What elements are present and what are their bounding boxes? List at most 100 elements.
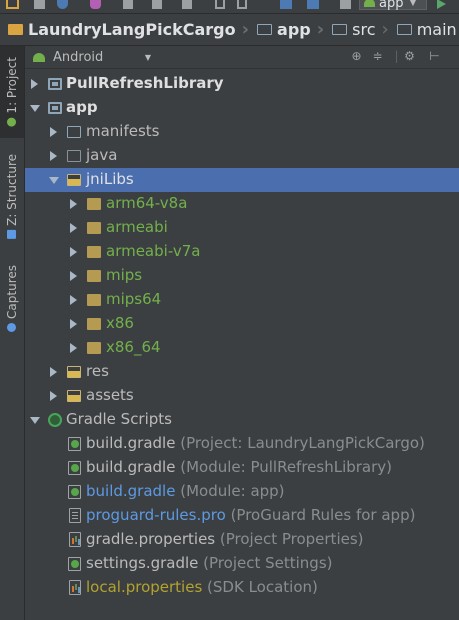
collapse-all-icon[interactable]: ≑ [371, 50, 384, 63]
expand-arrow-icon[interactable] [70, 319, 77, 329]
folder-icon [87, 270, 101, 282]
project-folder-icon [8, 24, 23, 35]
resource-folder-icon [67, 174, 81, 186]
tree-item-x86[interactable]: x86 [25, 312, 459, 336]
tree-item-armeabi-v7a[interactable]: armeabi-v7a [25, 240, 459, 264]
find-icon[interactable] [215, 0, 225, 9]
breadcrumb-main[interactable]: main › [389, 14, 459, 45]
undo-icon[interactable] [90, 0, 101, 9]
tree-item-assets[interactable]: assets [25, 384, 459, 408]
paste-icon[interactable] [182, 0, 192, 9]
tree-item-label: PullRefreshLibrary [66, 74, 224, 92]
tree-item-gradle-scripts[interactable]: Gradle Scripts [25, 408, 459, 432]
tree-item-local-properties[interactable]: local.properties (SDK Location) [25, 576, 459, 600]
forward-icon[interactable] [307, 0, 319, 9]
tree-item-manifests[interactable]: manifests [25, 120, 459, 144]
expand-arrow-icon[interactable] [70, 247, 77, 257]
tree-item-label: arm64-v8a [106, 194, 188, 212]
gear-icon[interactable]: ⚙ [403, 50, 416, 63]
run-config-select[interactable]: app ▼ [359, 0, 427, 11]
tab-structure[interactable]: Z: Structure [0, 146, 24, 246]
expand-arrow-icon[interactable] [50, 391, 57, 401]
expand-arrow-icon[interactable] [70, 343, 77, 353]
save-icon[interactable] [34, 0, 45, 9]
collapse-arrow-icon[interactable] [30, 417, 40, 424]
tree-item-settings-gradle[interactable]: settings.gradle (Project Settings) [25, 552, 459, 576]
tree-item-pullrefreshlibrary[interactable]: PullRefreshLibrary [25, 72, 459, 96]
breadcrumb-project[interactable]: LaundryLangPickCargo › [0, 14, 249, 45]
tree-item-build-gradle-app[interactable]: build.gradle (Module: app) [25, 480, 459, 504]
folder-icon [87, 246, 101, 258]
hide-panel-icon[interactable]: ⊢ [428, 50, 441, 63]
file-name: build.gradle [86, 434, 176, 452]
expand-arrow-icon[interactable] [70, 223, 77, 233]
sync-icon[interactable] [57, 0, 68, 9]
tree-item-label-wrap: proguard-rules.pro (ProGuard Rules for a… [86, 506, 415, 524]
tree-item-mips[interactable]: mips [25, 264, 459, 288]
chevron-right-icon: › [241, 19, 250, 40]
expand-arrow-icon[interactable] [70, 271, 77, 281]
view-mode-select[interactable]: Android ▼ [33, 48, 155, 66]
file-note: (Module: PullRefreshLibrary) [180, 458, 393, 476]
tree-item-build-gradle-library[interactable]: build.gradle (Module: PullRefreshLibrary… [25, 456, 459, 480]
tree-item-res[interactable]: res [25, 360, 459, 384]
expand-arrow-icon[interactable] [50, 151, 57, 161]
tree-item-mips64[interactable]: mips64 [25, 288, 459, 312]
back-icon[interactable] [280, 0, 292, 9]
module-icon [48, 102, 62, 114]
tree-item-x86-64[interactable]: x86_64 [25, 336, 459, 360]
tree-item-app[interactable]: app [25, 96, 459, 120]
tree-item-jnilibs[interactable]: jniLibs [25, 168, 459, 192]
project-tree: PullRefreshLibrary app manifests java jn… [25, 69, 459, 620]
file-name: local.properties [86, 578, 203, 596]
resource-folder-icon [67, 390, 81, 402]
expand-arrow-icon[interactable] [70, 295, 77, 305]
collapse-arrow-icon[interactable] [49, 177, 59, 184]
tab-project[interactable]: 1: Project [0, 46, 24, 138]
cut-icon[interactable] [123, 0, 133, 9]
tree-item-armeabi[interactable]: armeabi [25, 216, 459, 240]
breadcrumb-module[interactable]: app › [249, 14, 324, 45]
android-icon [364, 0, 375, 7]
tab-captures[interactable]: Captures [0, 258, 24, 338]
folder-icon [332, 24, 348, 35]
expand-arrow-icon[interactable] [50, 367, 57, 377]
file-name: proguard-rules.pro [86, 506, 226, 524]
scroll-from-source-icon[interactable]: ⊕ [350, 50, 363, 63]
expand-arrow-icon[interactable] [70, 199, 77, 209]
tree-item-label: app [66, 98, 98, 116]
build-icon[interactable] [340, 0, 351, 9]
open-folder-icon[interactable] [6, 0, 19, 9]
tree-item-arm64-v8a[interactable]: arm64-v8a [25, 192, 459, 216]
file-name: build.gradle [86, 458, 176, 476]
tree-item-java[interactable]: java [25, 144, 459, 168]
breadcrumb-src-label: src [352, 20, 376, 39]
copy-icon[interactable] [152, 0, 162, 9]
tab-captures-label: Captures [5, 264, 19, 319]
gradle-file-icon [68, 461, 81, 475]
tree-item-label-wrap: build.gradle (Module: app) [86, 482, 285, 500]
tree-item-label-wrap: gradle.properties (Project Properties) [86, 530, 364, 548]
expand-arrow-icon[interactable] [31, 79, 38, 89]
main-toolbar: app ▼ [0, 0, 459, 14]
tree-item-build-gradle-project[interactable]: build.gradle (Project: LaundryLangPickCa… [25, 432, 459, 456]
replace-icon[interactable] [237, 0, 247, 9]
project-panel-header: Android ▼ ⊕ ≑ | ⚙ ⊢ [25, 46, 459, 69]
tree-item-proguard-rules[interactable]: proguard-rules.pro (ProGuard Rules for a… [25, 504, 459, 528]
folder-icon [87, 318, 101, 330]
expand-arrow-icon[interactable] [50, 127, 57, 137]
tree-item-label-wrap: build.gradle (Project: LaundryLangPickCa… [86, 434, 425, 452]
folder-icon [87, 294, 101, 306]
tree-item-label: mips64 [106, 290, 162, 308]
tree-item-gradle-properties[interactable]: gradle.properties (Project Properties) [25, 528, 459, 552]
gradle-file-icon [68, 485, 81, 499]
tree-item-label: java [86, 146, 118, 164]
breadcrumb-src[interactable]: src › [324, 14, 389, 45]
tool-window-strip: 1: Project Z: Structure Captures [0, 46, 25, 620]
tree-item-label: assets [86, 386, 134, 404]
android-icon [7, 117, 17, 127]
run-icon[interactable] [437, 0, 446, 9]
tree-item-label: armeabi [106, 218, 168, 236]
collapse-arrow-icon[interactable] [30, 105, 40, 112]
file-note: (SDK Location) [207, 578, 318, 596]
